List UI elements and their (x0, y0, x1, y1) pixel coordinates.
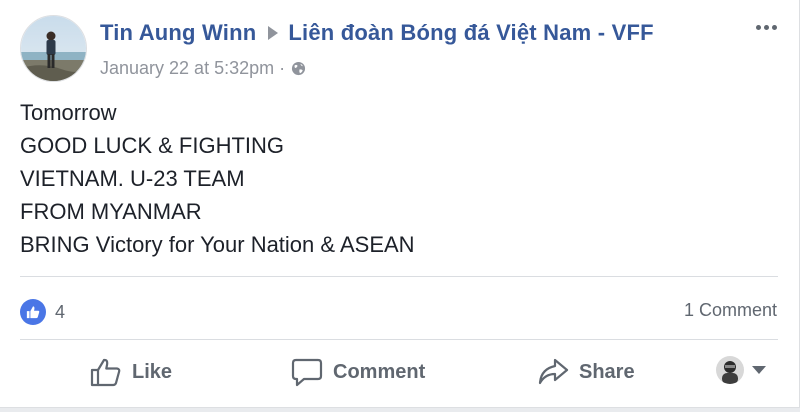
comment-button[interactable]: Comment (291, 352, 425, 392)
reaction-count[interactable]: 4 (55, 302, 65, 323)
meta-separator: · (279, 57, 286, 78)
thumbs-up-icon (20, 299, 46, 325)
post-text-line: GOOD LUCK & FIGHTING (20, 133, 285, 158)
play-arrow-icon (268, 26, 279, 40)
author-avatar[interactable] (20, 15, 87, 82)
target-page-link[interactable]: Liên đoàn Bóng đá Việt Nam - VFF (288, 20, 653, 46)
like-button[interactable]: Like (90, 352, 172, 392)
post-meta: January 22 at 5:32pm · (100, 56, 306, 80)
caret-down-icon (752, 366, 766, 374)
viewer-avatar (716, 356, 744, 384)
post-header: Tin Aung Winn Liên đoàn Bóng đá Việt Nam… (100, 18, 654, 48)
post-text-line: Tomorrow (20, 100, 117, 125)
divider (20, 276, 778, 277)
post-card: Tin Aung Winn Liên đoàn Bóng đá Việt Nam… (0, 0, 800, 408)
post-text-line: FROM MYANMAR (20, 199, 202, 224)
post-timestamp[interactable]: January 22 at 5:32pm (100, 58, 274, 79)
share-label: Share (579, 360, 635, 383)
comment-icon (291, 358, 323, 387)
like-label: Like (132, 360, 173, 383)
post-text: Tomorrow GOOD LUCK & FIGHTING VIETNAM. U… (20, 96, 780, 261)
share-button[interactable]: Share (537, 352, 635, 392)
like-icon (90, 358, 121, 387)
share-icon (538, 358, 569, 385)
more-options-icon[interactable] (756, 20, 782, 34)
post-text-line: BRING Victory for Your Nation & ASEAN (20, 232, 415, 257)
comment-count-link[interactable]: 1 Comment (684, 300, 777, 321)
post-text-line: VIETNAM. U-23 TEAM (20, 166, 245, 191)
reactions-summary[interactable]: 4 (20, 299, 65, 325)
author-name-link[interactable]: Tin Aung Winn (100, 20, 256, 46)
globe-icon[interactable] (291, 61, 306, 76)
post-as-selector[interactable] (716, 356, 766, 384)
divider (20, 339, 778, 340)
comment-label: Comment (333, 360, 426, 383)
